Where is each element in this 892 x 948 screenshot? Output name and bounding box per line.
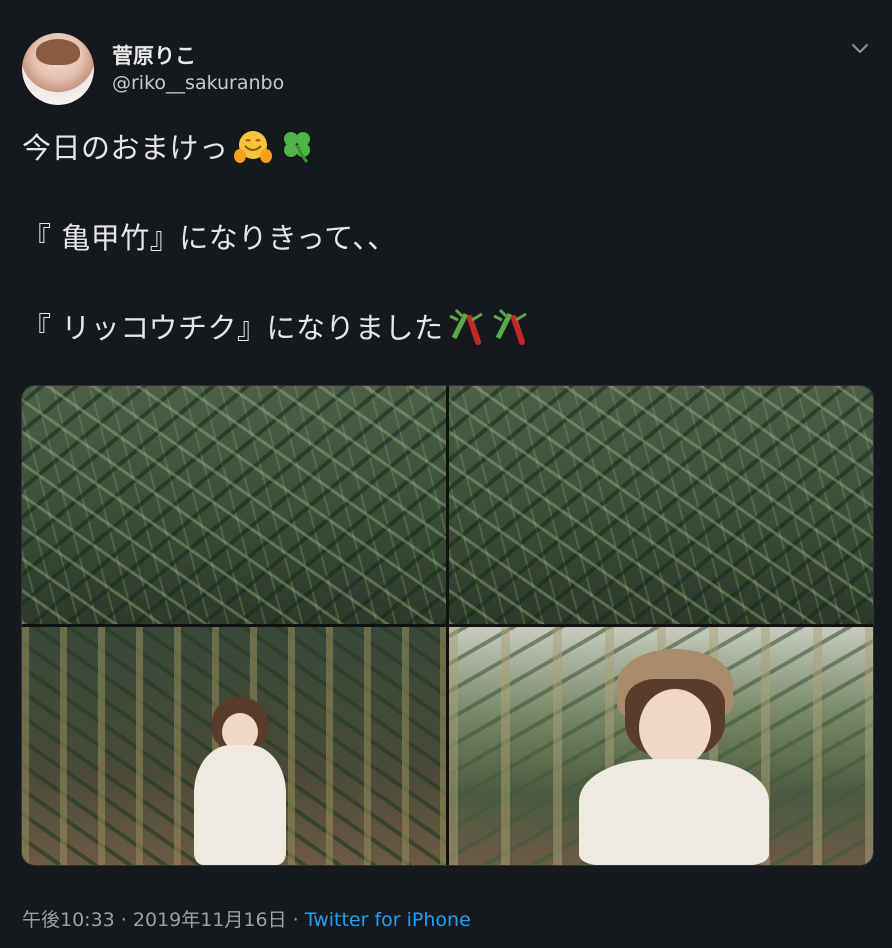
hugging-face-icon [233, 129, 273, 172]
tweet-text-line-3: 『 リッコウチク』になりました [22, 305, 532, 353]
photo-grid [21, 385, 874, 866]
tweet-source-link[interactable]: Twitter for iPhone [305, 909, 471, 931]
photo-bamboo-leaves-1[interactable] [22, 386, 446, 624]
bamboo-icon [492, 308, 532, 353]
tweet-text: 今日のおまけっ [22, 131, 229, 165]
tweet-time[interactable]: 午後10:33 [22, 909, 115, 931]
separator: · [114, 909, 133, 931]
chevron-down-icon[interactable] [850, 38, 870, 58]
tweet-text-line-1: 今日のおまけっ [22, 125, 317, 172]
separator: · [286, 909, 305, 931]
avatar[interactable] [22, 33, 94, 105]
tweet-timestamp: 午後10:33 · 2019年11月16日 · Twitter for iPho… [22, 905, 471, 932]
photo-girl-in-bamboo[interactable] [22, 627, 446, 865]
tweet-text: 『 リッコウチク』になりました [22, 311, 444, 345]
bamboo-icon [448, 308, 488, 353]
author-display-name[interactable]: 菅原りこ [112, 40, 196, 70]
tweet-text-line-2: 『 亀甲竹』になりきって、、 [22, 221, 397, 255]
photo-girl-with-hat[interactable] [449, 627, 873, 865]
four-leaf-clover-icon [277, 129, 317, 172]
tweet-date[interactable]: 2019年11月16日 [133, 909, 287, 931]
photo-bamboo-leaves-2[interactable] [449, 386, 873, 624]
author-handle[interactable]: @riko__sakuranbo [112, 72, 284, 94]
